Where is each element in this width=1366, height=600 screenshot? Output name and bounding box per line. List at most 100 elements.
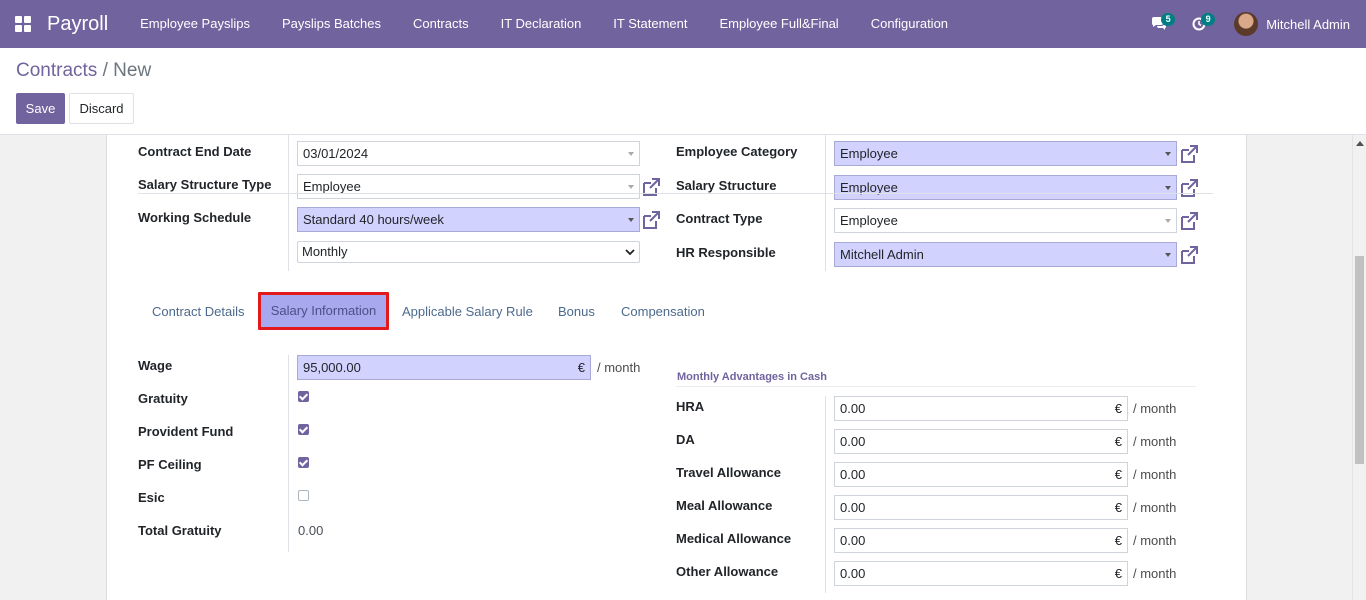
total-gratuity-label: Total Gratuity (138, 523, 222, 538)
schedule-pay-select[interactable]: Monthly (297, 241, 640, 263)
contract-end-date-label: Contract End Date (138, 144, 252, 159)
currency-symbol: € (1114, 467, 1122, 482)
per-month-suffix: / month (1133, 500, 1177, 515)
breadcrumb-contracts-link[interactable]: Contracts (16, 60, 97, 81)
hr-responsible-field[interactable]: Mitchell Admin (834, 242, 1177, 267)
working-schedule-value: Standard 40 hours/week (303, 212, 444, 227)
travel-allowance-label: Travel Allowance (676, 465, 782, 480)
currency-symbol: € (1114, 434, 1122, 449)
save-button[interactable]: Save (16, 93, 65, 124)
avatar[interactable] (1234, 12, 1259, 36)
provident-fund-label: Provident Fund (138, 424, 234, 439)
other-allowance-input[interactable]: 0.00 € (834, 561, 1128, 586)
hra-value: 0.00 (840, 401, 866, 416)
apps-menu-icon[interactable] (0, 0, 46, 48)
wage-per-month: / month (597, 360, 641, 375)
total-gratuity-value: 0.00 (298, 523, 324, 538)
other-allowance-value: 0.00 (840, 566, 866, 581)
tab-applicable-salary-rule[interactable]: Applicable Salary Rule (402, 294, 533, 329)
currency-symbol: € (577, 360, 585, 375)
column-divider (825, 135, 826, 271)
chevron-down-icon (1165, 253, 1171, 257)
column-divider (825, 396, 826, 593)
esic-checkbox[interactable] (298, 490, 309, 501)
da-value: 0.00 (840, 434, 866, 449)
currency-symbol: € (1114, 500, 1122, 515)
gratuity-label: Gratuity (138, 391, 188, 406)
menu-employee-payslips[interactable]: Employee Payslips (124, 0, 266, 48)
messages-badge: 5 (1161, 13, 1176, 26)
activities-icon[interactable]: 9 (1179, 0, 1219, 48)
meal-allowance-label: Meal Allowance (676, 498, 773, 513)
gratuity-checkbox[interactable] (298, 391, 309, 402)
menu-contracts[interactable]: Contracts (397, 0, 485, 48)
hra-label: HRA (676, 399, 705, 414)
working-schedule-label: Working Schedule (138, 210, 252, 225)
tab-compensation[interactable]: Compensation (621, 294, 705, 329)
external-link-icon[interactable] (1179, 245, 1199, 265)
menu-it-statement[interactable]: IT Statement (597, 0, 703, 48)
pf-ceiling-checkbox[interactable] (298, 457, 309, 468)
contract-type-field[interactable]: Employee (834, 208, 1177, 233)
per-month-suffix: / month (1133, 566, 1177, 581)
medical-allowance-value: 0.00 (840, 533, 866, 548)
activities-badge: 9 (1201, 13, 1216, 26)
column-divider (288, 355, 289, 552)
working-schedule-field[interactable]: Standard 40 hours/week (297, 207, 640, 232)
tab-contract-details[interactable]: Contract Details (152, 294, 244, 329)
medical-allowance-label: Medical Allowance (676, 531, 792, 546)
contract-type-value: Employee (840, 213, 898, 228)
scroll-up-arrow-icon[interactable] (1356, 141, 1364, 146)
da-label: DA (676, 432, 695, 447)
menu-payslips-batches[interactable]: Payslips Batches (266, 0, 397, 48)
wage-value: 95,000.00 (303, 360, 361, 375)
chevron-down-icon (628, 152, 634, 156)
menu-employee-full-final[interactable]: Employee Full&Final (703, 0, 854, 48)
tab-salary-information[interactable]: Salary Information (258, 292, 389, 330)
schedule-pay-value: Monthly (302, 244, 348, 259)
tab-bonus[interactable]: Bonus (558, 294, 595, 329)
external-link-icon[interactable] (1179, 211, 1199, 231)
external-link-icon[interactable] (641, 210, 661, 230)
group-separator (676, 386, 1196, 387)
user-menu[interactable]: Mitchell Admin (1266, 17, 1350, 32)
messages-icon[interactable]: 5 (1139, 0, 1179, 48)
menu-it-declaration[interactable]: IT Declaration (485, 0, 598, 48)
app-name[interactable]: Payroll (46, 13, 108, 36)
contract-type-label: Contract Type (676, 211, 763, 226)
chevron-down-icon (1165, 152, 1171, 156)
chevron-down-icon (628, 218, 634, 222)
currency-symbol: € (1114, 401, 1122, 416)
top-navbar: Payroll Employee Payslips Payslips Batch… (0, 0, 1366, 48)
travel-allowance-input[interactable]: 0.00 € (834, 462, 1128, 487)
menu-configuration[interactable]: Configuration (855, 0, 964, 48)
currency-symbol: € (1114, 566, 1122, 581)
control-panel: Contracts / New Save Discard (0, 48, 1366, 135)
da-input[interactable]: 0.00 € (834, 429, 1128, 454)
scrollbar-thumb[interactable] (1355, 256, 1364, 464)
hra-input[interactable]: 0.00 € (834, 396, 1128, 421)
breadcrumb: Contracts / New (16, 60, 151, 82)
esic-label: Esic (138, 490, 165, 505)
wage-input[interactable]: 95,000.00 € (297, 355, 591, 380)
currency-symbol: € (1114, 533, 1122, 548)
chevron-down-icon (1165, 219, 1171, 223)
column-divider (288, 135, 289, 271)
meal-allowance-input[interactable]: 0.00 € (834, 495, 1128, 520)
provident-fund-checkbox[interactable] (298, 424, 309, 435)
chevron-down-icon (625, 249, 635, 256)
breadcrumb-current: New (113, 60, 152, 81)
discard-button[interactable]: Discard (69, 93, 134, 124)
meal-allowance-value: 0.00 (840, 500, 866, 515)
per-month-suffix: / month (1133, 401, 1177, 416)
breadcrumb-separator: / (102, 60, 108, 81)
monthly-advantages-title: Monthly Advantages in Cash (677, 371, 827, 383)
medical-allowance-input[interactable]: 0.00 € (834, 528, 1128, 553)
hr-responsible-label: HR Responsible (676, 245, 776, 260)
employee-category-label: Employee Category (676, 144, 798, 159)
page-scrollbar[interactable] (1352, 135, 1366, 600)
per-month-suffix: / month (1133, 533, 1177, 548)
wage-label: Wage (138, 358, 173, 373)
travel-allowance-value: 0.00 (840, 467, 866, 482)
other-allowance-label: Other Allowance (676, 564, 779, 579)
